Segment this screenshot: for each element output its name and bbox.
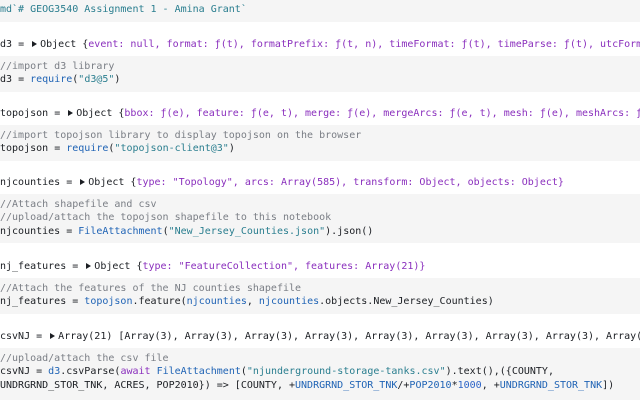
cell-6-comment: //upload/attach the csv file <box>0 353 169 364</box>
cell-3-output[interactable]: topojson = Object {bbox: ƒ(e), feature: … <box>0 107 640 120</box>
cell-3-comment: //import topojson library to display top… <box>0 130 362 141</box>
cell-2-comment: //import d3 library <box>0 61 115 72</box>
expand-triangle-icon[interactable] <box>32 40 38 47</box>
cell-2-code[interactable]: d3 = require("d3@5") <box>0 73 120 86</box>
output-props: event: null, format: ƒ(t), formatPrefix:… <box>88 39 640 50</box>
cell-5-output[interactable]: nj_features = Object {type: "FeatureColl… <box>0 260 640 273</box>
cell-1-code[interactable]: md`# GEOG3540 Assignment 1 - Amina Grant… <box>0 3 247 16</box>
expand-triangle-icon[interactable] <box>86 262 92 269</box>
expand-triangle-icon[interactable] <box>68 109 74 116</box>
cell-5-comment: //Attach the features of the NJ counties… <box>0 283 302 294</box>
cell-6-output[interactable]: csvNJ = Array(21) [Array(3), Array(3), A… <box>0 330 640 343</box>
output-var: d3 <box>0 39 13 50</box>
cell-6-code-line-2[interactable]: UNDRGRND_STOR_TNK, ACRES, POP2010}) => [… <box>0 379 614 392</box>
cell-6-code-line-1[interactable]: csvNJ = d3.csvParse(await FileAttachment… <box>0 365 554 378</box>
expand-triangle-icon[interactable] <box>80 178 86 185</box>
cell-4-comment-2: //upload/attach the topojson shapefile t… <box>0 212 332 223</box>
cell-4-code[interactable]: njcounties = FileAttachment("New_Jersey_… <box>0 225 373 238</box>
cell-2-output[interactable]: d3 = Object {event: null, format: ƒ(t), … <box>0 38 640 51</box>
cell-3-code[interactable]: topojson = require("topojson-client@3") <box>0 142 235 155</box>
cell-4-comment-1: //Attach shapefile and csv <box>0 199 157 210</box>
cell-4-output[interactable]: njcounties = Object {type: "Topology", a… <box>0 176 640 189</box>
expand-triangle-icon[interactable] <box>50 332 56 339</box>
cell-5-code[interactable]: nj_features = topojson.feature(njcountie… <box>0 295 494 308</box>
